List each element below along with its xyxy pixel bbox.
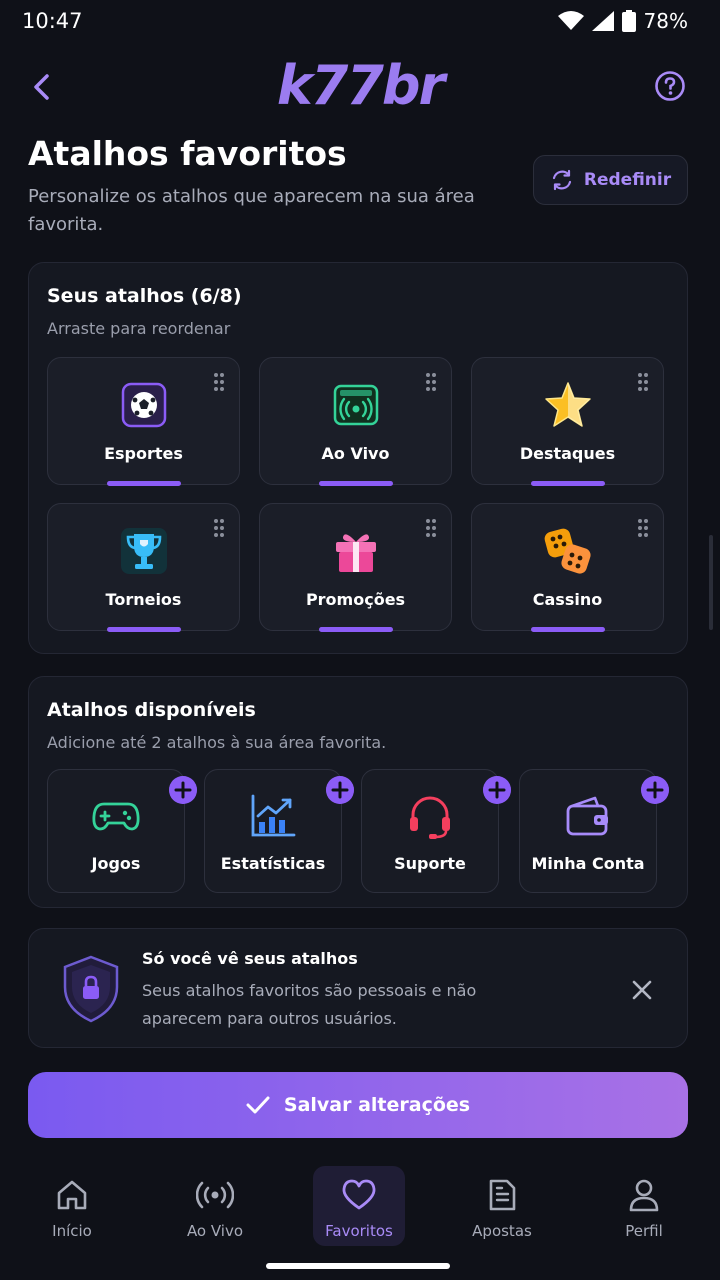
shortcut-label: Promoções <box>305 590 406 609</box>
close-icon[interactable] <box>631 979 653 1001</box>
app-bar: k77br <box>0 50 720 124</box>
stats-chart-icon <box>251 794 296 837</box>
available-tile-jogos[interactable]: Jogos <box>47 769 197 893</box>
add-icon[interactable] <box>641 776 669 804</box>
my-shortcuts-title: Seus atalhos (6/8) <box>47 285 242 307</box>
drag-handle-icon[interactable] <box>425 372 437 392</box>
nav-label: Ao Vivo <box>186 1222 244 1240</box>
headset-icon <box>410 796 450 839</box>
scroll-indicator <box>709 535 713 630</box>
nav-item-favoritos[interactable]: Favoritos <box>313 1166 405 1246</box>
wallet-icon <box>566 796 608 836</box>
status-bar: 10:47 78% <box>0 0 720 44</box>
add-icon[interactable] <box>169 776 197 804</box>
checkmark-icon <box>246 1096 270 1114</box>
page-subtitle: Personalize os atalhos que aparecem na s… <box>28 186 475 235</box>
available-label: Estatísticas <box>220 854 326 873</box>
shortcut-tile-esportes[interactable]: Esportes <box>47 357 240 486</box>
refresh-icon <box>552 169 571 191</box>
available-hint: Adicione até 2 atalhos à sua área favori… <box>47 733 387 752</box>
gift-icon <box>335 534 376 572</box>
live-icon <box>196 1181 234 1209</box>
dice-icon <box>544 528 591 574</box>
trophy-icon <box>120 528 167 574</box>
page-title: Atalhos favoritos <box>28 134 347 173</box>
available-tile-minha-conta[interactable]: Minha Conta <box>519 769 669 893</box>
available-tile-estatisticas[interactable]: Estatísticas <box>204 769 354 893</box>
active-indicator <box>106 627 181 632</box>
soccer-ball-icon <box>121 382 166 428</box>
add-icon[interactable] <box>326 776 354 804</box>
active-indicator <box>318 627 393 632</box>
shortcut-label: Esportes <box>104 444 183 463</box>
nav-label: Perfil <box>625 1222 663 1240</box>
brand-logo: k77br <box>276 54 445 117</box>
available-label: Jogos <box>91 854 141 873</box>
shortcut-tile-destaques[interactable]: Destaques <box>471 357 664 486</box>
nav-label: Favoritos <box>325 1222 393 1240</box>
active-indicator <box>106 481 181 486</box>
save-label: Salvar alterações <box>283 1094 471 1116</box>
notice-text: Seus atalhos favoritos são pessoais e nã… <box>142 981 477 1028</box>
privacy-notice: Só você vê seus atalhos Seus atalhos fav… <box>28 928 688 1048</box>
available-label: Minha Conta <box>531 854 645 873</box>
drag-handle-icon[interactable] <box>213 372 225 392</box>
reset-button[interactable]: Redefinir <box>533 155 688 205</box>
home-icon <box>57 1180 87 1210</box>
available-shortcuts-card: Atalhos disponíveis Adicione até 2 atalh… <box>28 676 688 908</box>
save-button[interactable]: Salvar alterações <box>28 1072 688 1138</box>
available-tile-suporte[interactable]: Suporte <box>361 769 511 893</box>
user-icon <box>629 1179 659 1212</box>
notice-title: Só você vê seus atalhos <box>142 949 358 968</box>
shortcut-tile-promocoes[interactable]: Promoções <box>259 503 452 632</box>
active-indicator <box>530 627 605 632</box>
battery-level: 78% <box>643 9 688 33</box>
my-shortcuts-card: Seus atalhos (6/8) Arraste para reordena… <box>28 262 688 654</box>
available-label: Suporte <box>394 854 466 873</box>
heart-icon <box>342 1179 376 1210</box>
live-broadcast-icon <box>333 384 378 426</box>
nav-item-apostas[interactable]: Apostas <box>456 1166 548 1246</box>
shortcut-tile-ao-vivo[interactable]: Ao Vivo <box>259 357 452 486</box>
my-shortcuts-hint: Arraste para reordenar <box>47 319 231 338</box>
shortcut-tile-torneios[interactable]: Torneios <box>47 503 240 632</box>
gamepad-icon <box>92 802 140 831</box>
drag-handle-icon[interactable] <box>213 518 225 538</box>
ticket-icon <box>489 1179 516 1211</box>
shortcut-label: Destaques <box>519 444 616 463</box>
home-indicator[interactable] <box>266 1263 450 1269</box>
help-icon[interactable] <box>654 70 686 102</box>
drag-handle-icon[interactable] <box>637 372 649 392</box>
bottom-navigation: Início Ao Vivo Favoritos Apostas Perfil <box>0 1158 720 1258</box>
available-title: Atalhos disponíveis <box>47 699 256 721</box>
drag-handle-icon[interactable] <box>425 518 437 538</box>
nav-label: Início <box>52 1222 92 1240</box>
shortcut-label: Ao Vivo <box>321 444 390 463</box>
drag-handle-icon[interactable] <box>637 518 649 538</box>
active-indicator <box>530 481 605 486</box>
signal-icon <box>591 11 614 31</box>
battery-icon <box>621 10 636 32</box>
star-icon <box>544 382 591 427</box>
active-indicator <box>318 481 393 486</box>
shortcut-label: Torneios <box>105 590 182 609</box>
nav-label: Apostas <box>472 1222 532 1240</box>
add-icon[interactable] <box>483 776 511 804</box>
reset-label: Redefinir <box>583 170 672 190</box>
wifi-icon <box>557 11 584 30</box>
status-time: 10:47 <box>22 9 83 33</box>
shield-lock-icon <box>63 955 119 1023</box>
shortcut-tile-cassino[interactable]: Cassino <box>471 503 664 632</box>
shortcut-label: Cassino <box>532 590 603 609</box>
nav-item-inicio[interactable]: Início <box>26 1166 118 1246</box>
nav-item-perfil[interactable]: Perfil <box>598 1166 690 1246</box>
nav-item-ao-vivo[interactable]: Ao Vivo <box>169 1166 261 1246</box>
